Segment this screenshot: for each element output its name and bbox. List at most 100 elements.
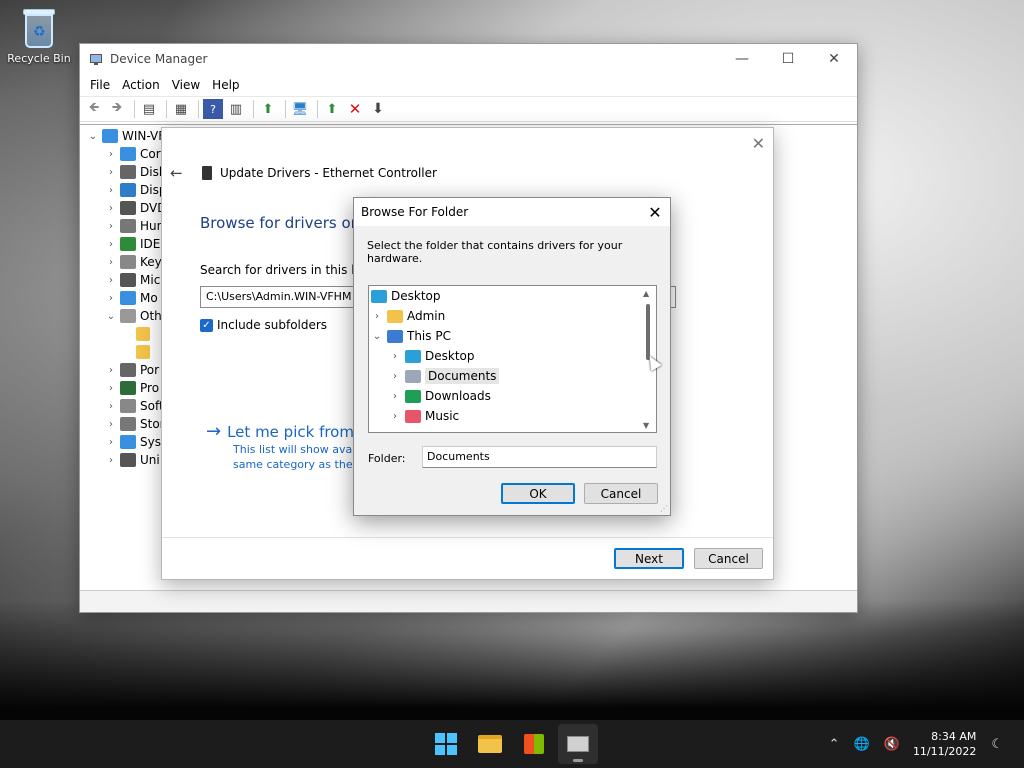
tree-item[interactable]: › Soft — [104, 397, 164, 415]
tree-item[interactable]: ⌄ Oth — [104, 307, 162, 325]
chevron-right-icon[interactable]: › — [104, 221, 118, 232]
chevron-right-icon[interactable]: › — [104, 365, 118, 376]
chevron-right-icon[interactable]: › — [369, 311, 385, 322]
tree-item[interactable]: › Por — [104, 361, 159, 379]
chevron-right-icon[interactable]: › — [104, 275, 118, 286]
update-driver-icon[interactable]: ⬆ — [258, 99, 278, 119]
chevron-up-icon[interactable]: ⌃ — [829, 737, 840, 752]
globe-icon[interactable]: 🌐 — [854, 737, 870, 752]
speaker-muted-icon[interactable]: 🔇 — [884, 737, 900, 752]
view-icon[interactable]: ▥ — [226, 99, 246, 119]
chevron-right-icon[interactable]: › — [104, 185, 118, 196]
tree-item-unknown-1[interactable] — [134, 325, 154, 343]
folder-node-music[interactable]: › Music — [387, 406, 459, 426]
tree-item[interactable]: › Uni — [104, 451, 160, 469]
scan-hardware-icon[interactable]: 🖥 — [290, 99, 310, 119]
chevron-right-icon[interactable]: › — [104, 419, 118, 430]
checkbox-checked-icon[interactable]: ✓ — [200, 318, 213, 332]
tree-item[interactable]: › Syst — [104, 433, 166, 451]
tree-item[interactable]: › Stor — [104, 415, 165, 433]
folder-tree[interactable]: Desktop › Admin ⌄ This PC › Desktop › Do… — [368, 285, 657, 433]
forward-arrow-icon[interactable]: 🡺 — [107, 99, 127, 119]
pick-driver-link[interactable]: → Let me pick from — [206, 421, 354, 442]
chevron-down-icon[interactable]: ⌄ — [86, 131, 100, 142]
chevron-right-icon[interactable]: › — [104, 437, 118, 448]
cancel-button[interactable]: Cancel — [584, 483, 658, 504]
folder-node-admin[interactable]: › Admin — [369, 306, 445, 326]
device-category-icon — [120, 165, 136, 179]
tree-item[interactable]: › Pro — [104, 379, 159, 397]
tree-item[interactable]: › Mic — [104, 271, 160, 289]
folder-node-desktop[interactable]: › Desktop — [387, 346, 475, 366]
tree-root[interactable]: ⌄ WIN-VF — [86, 127, 165, 145]
tree-item[interactable]: › IDE — [104, 235, 160, 253]
folder-node-documents[interactable]: › Documents — [387, 366, 500, 386]
chevron-right-icon[interactable]: › — [104, 401, 118, 412]
include-subfolders-checkbox[interactable]: ✓ Include subfolders — [200, 318, 327, 332]
pick-driver-link-text[interactable]: Let me pick from — [227, 423, 354, 441]
folder-node-partial — [387, 426, 425, 432]
back-arrow-icon[interactable]: 🡸 — [84, 99, 104, 119]
chevron-right-icon[interactable]: › — [104, 293, 118, 304]
device-manager-titlebar[interactable]: Device Manager — ☐ ✕ — [80, 44, 857, 74]
folder-node-downloads[interactable]: › Downloads — [387, 386, 491, 406]
tree-item-unknown-2[interactable] — [134, 343, 154, 361]
properties-pane-icon[interactable]: ▤ — [139, 99, 159, 119]
chevron-right-icon[interactable]: › — [387, 371, 403, 382]
chevron-right-icon[interactable]: › — [104, 149, 118, 160]
tree-item[interactable]: › Cor — [104, 145, 161, 163]
maximize-button[interactable]: ☐ — [765, 44, 811, 74]
browse-titlebar[interactable]: Browse For Folder ✕ — [354, 198, 670, 226]
start-button[interactable] — [426, 724, 466, 764]
folder-node-this-pc[interactable]: ⌄ This PC — [369, 326, 451, 346]
scrollbar-thumb[interactable] — [646, 304, 650, 360]
chevron-down-icon[interactable]: ⌄ — [104, 311, 118, 322]
add-legacy-icon[interactable]: ⬆ — [322, 99, 342, 119]
tree-item[interactable]: › Mo — [104, 289, 158, 307]
chevron-right-icon[interactable]: › — [104, 239, 118, 250]
tree-item[interactable]: › Hun — [104, 217, 164, 235]
tree-item[interactable]: › Disp — [104, 181, 166, 199]
menu-help[interactable]: Help — [206, 78, 245, 92]
scroll-down-icon[interactable]: ▼ — [643, 421, 649, 430]
chevron-right-icon[interactable]: › — [387, 411, 403, 422]
uninstall-icon[interactable]: ✕ — [345, 99, 365, 119]
file-explorer-button[interactable] — [470, 724, 510, 764]
tree-item[interactable]: › Key — [104, 253, 162, 271]
menu-view[interactable]: View — [166, 78, 206, 92]
device-manager-icon — [567, 736, 589, 752]
properties-icon[interactable]: ▦ — [171, 99, 191, 119]
device-manager-taskbar-button[interactable] — [558, 724, 598, 764]
chevron-right-icon[interactable]: › — [104, 167, 118, 178]
back-arrow-icon[interactable]: ← — [170, 164, 183, 182]
clock[interactable]: 8:34 AM 11/11/2022 — [913, 729, 976, 759]
chevron-right-icon[interactable]: › — [387, 391, 403, 402]
folder-input[interactable]: Documents — [422, 446, 657, 468]
tree-item-label: Pro — [140, 381, 160, 395]
moon-icon[interactable]: ☾ — [991, 737, 1003, 752]
next-button[interactable]: Next — [614, 548, 684, 569]
store-button[interactable] — [514, 724, 554, 764]
close-icon[interactable]: ✕ — [640, 203, 670, 222]
ok-button[interactable]: OK — [501, 483, 575, 504]
chevron-right-icon[interactable]: › — [104, 257, 118, 268]
close-button[interactable]: ✕ — [811, 44, 857, 74]
cancel-button[interactable]: Cancel — [694, 548, 763, 569]
folder-node-desktop-root[interactable]: Desktop — [369, 286, 441, 306]
tree-item[interactable]: › Disk — [104, 163, 166, 181]
minimize-button[interactable]: — — [719, 44, 765, 74]
recycle-bin-shortcut[interactable]: ♻ Recycle Bin — [6, 6, 72, 65]
chevron-right-icon[interactable]: › — [104, 455, 118, 466]
tree-item[interactable]: › DVD — [104, 199, 166, 217]
menu-action[interactable]: Action — [116, 78, 166, 92]
chevron-right-icon[interactable]: › — [104, 383, 118, 394]
chevron-right-icon[interactable]: › — [387, 351, 403, 362]
disable-device-icon[interactable]: ⬇ — [368, 99, 388, 119]
menu-file[interactable]: File — [84, 78, 116, 92]
chevron-down-icon[interactable]: ⌄ — [369, 331, 385, 342]
help-icon[interactable]: ? — [203, 99, 223, 119]
scroll-up-icon[interactable]: ▲ — [643, 289, 649, 298]
wizard-close-icon[interactable]: ✕ — [752, 134, 765, 153]
chevron-right-icon[interactable]: › — [104, 203, 118, 214]
resize-grip-icon[interactable]: ⋰ — [660, 504, 668, 513]
